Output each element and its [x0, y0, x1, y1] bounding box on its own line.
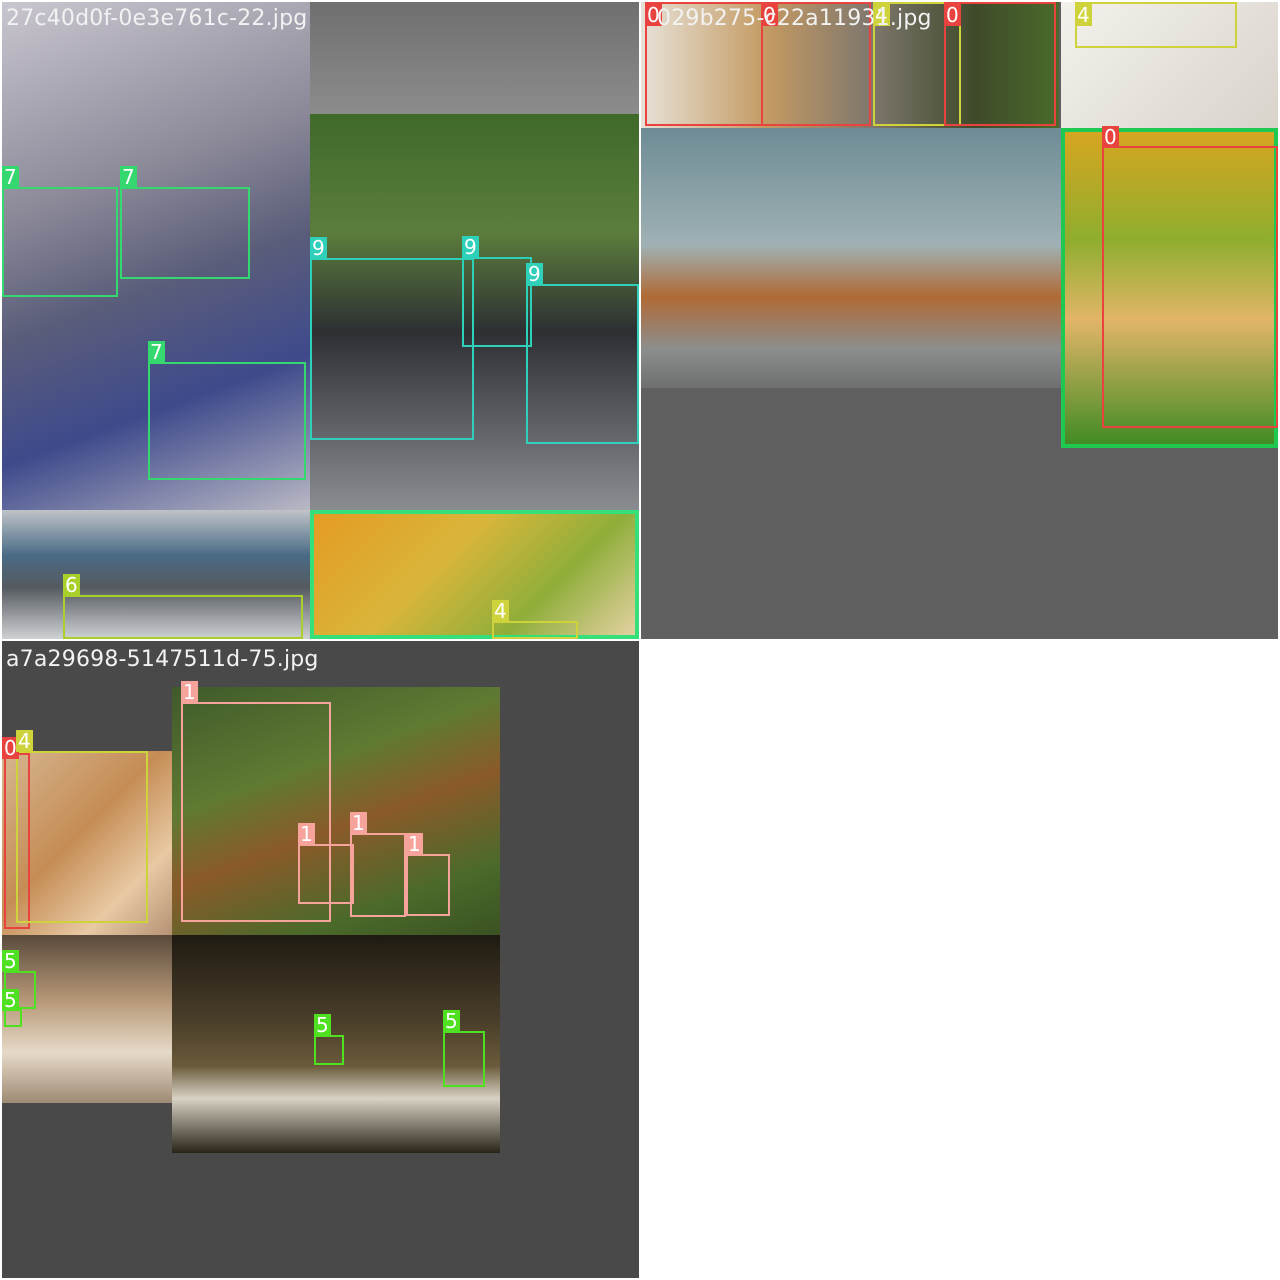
bbox-label-4: 4 [492, 599, 509, 623]
bbox-label-1: 1 [406, 832, 423, 856]
bbox-1 [406, 854, 450, 916]
bbox-label-1: 1 [181, 680, 198, 704]
bbox-7 [148, 362, 306, 480]
bbox-9 [310, 258, 474, 440]
bbox-5 [443, 1031, 485, 1087]
bbox-label-0: 0 [1102, 125, 1119, 149]
bbox-4 [1075, 2, 1237, 48]
bbox-label-9: 9 [310, 236, 327, 260]
bbox-0 [944, 2, 1056, 126]
bbox-label-4: 4 [16, 729, 33, 753]
mosaic-tile-1: 27c40d0f-0e3e761c-22.jpg 7 7 7 9 9 9 6 4 [2, 2, 639, 639]
bbox-0 [1102, 146, 1278, 428]
image-kitchen [2, 935, 172, 1103]
mosaic-tile-2: 029b275-c22a11931.jpg 0 0 4 0 4 0 [641, 2, 1278, 639]
bbox-label-7: 7 [148, 340, 165, 364]
image-poodle [641, 128, 1061, 388]
bbox-5 [314, 1035, 344, 1065]
bbox-label-9: 9 [462, 235, 479, 259]
mosaic-tile-3: a7a29698-5147511d-75.jpg 0 4 1 1 1 1 5 5… [2, 641, 639, 1278]
bbox-4 [492, 621, 578, 639]
tile-title: 029b275-c22a11931.jpg [657, 6, 932, 31]
bbox-label-4: 4 [1075, 3, 1092, 27]
bbox-label-5: 5 [314, 1013, 331, 1037]
bbox-7 [2, 187, 118, 297]
bbox-label-0: 0 [944, 3, 961, 27]
bbox-label-1: 1 [298, 822, 315, 846]
bbox-label-6: 6 [63, 573, 80, 597]
bbox-1 [350, 833, 406, 917]
bbox-6 [63, 595, 303, 639]
tile-title: 27c40d0f-0e3e761c-22.jpg [6, 6, 308, 31]
bbox-label-1: 1 [350, 811, 367, 835]
tile-title: a7a29698-5147511d-75.jpg [6, 647, 319, 672]
bbox-1 [298, 844, 354, 904]
bbox-4 [16, 751, 148, 923]
bbox-7 [120, 187, 250, 279]
bbox-label-7: 7 [120, 165, 137, 189]
mosaic-tile-empty [641, 641, 1278, 1278]
bbox-9 [526, 284, 639, 444]
bbox-label-7: 7 [2, 165, 19, 189]
bbox-label-5: 5 [2, 949, 19, 973]
bbox-9 [462, 257, 532, 347]
bbox-label-5: 5 [2, 988, 19, 1012]
bbox-label-5: 5 [443, 1009, 460, 1033]
bbox-label-9: 9 [526, 262, 543, 286]
image-border-flowers [310, 510, 639, 639]
background-gradient [310, 2, 639, 114]
